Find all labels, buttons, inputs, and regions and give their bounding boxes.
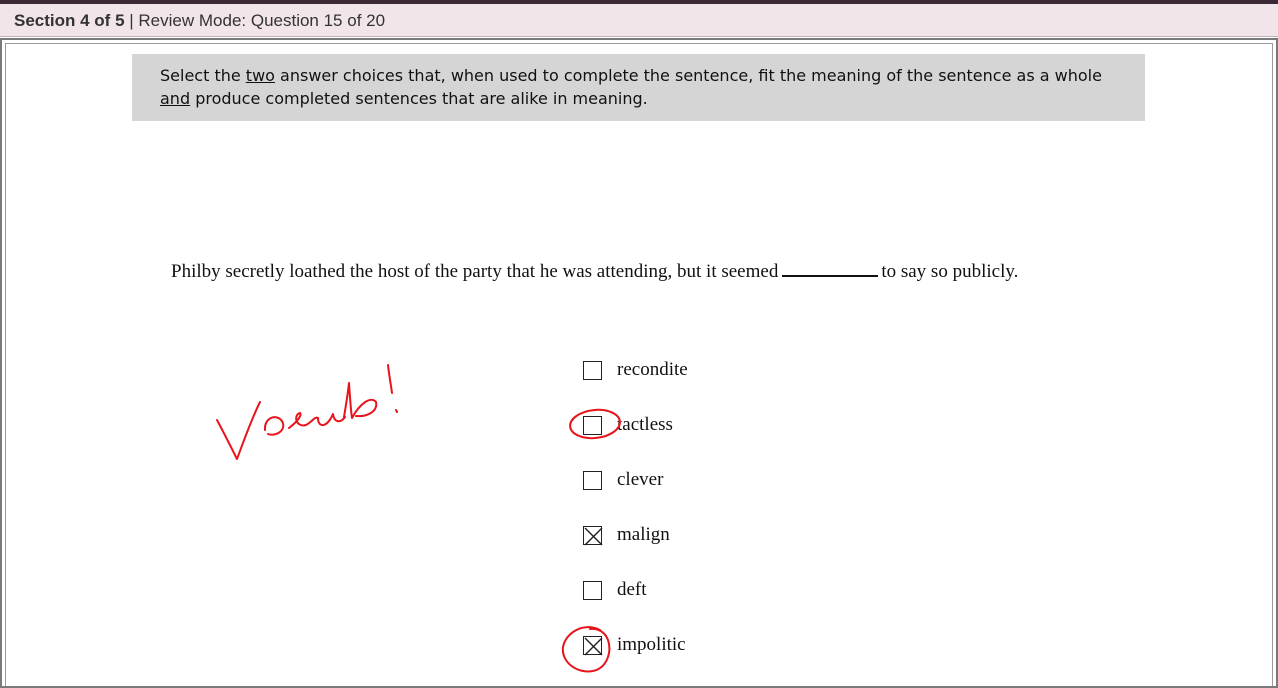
choice-recondite[interactable]: recondite [583, 358, 688, 382]
status-bar: Section 4 of 5 | Review Mode: Question 1… [0, 4, 1278, 37]
checkbox[interactable] [583, 415, 602, 435]
checkbox-checked[interactable] [583, 635, 603, 655]
choice-label: recondite [617, 359, 688, 380]
checkbox[interactable] [583, 580, 602, 600]
choice-tactless[interactable]: tactless [583, 413, 673, 437]
choice-label: impolitic [617, 634, 686, 655]
choice-impolitic[interactable]: impolitic [583, 633, 686, 657]
section-indicator: Section 4 of 5 [14, 11, 125, 30]
choice-label: deft [617, 579, 647, 600]
choice-label: tactless [617, 414, 673, 435]
question-text-before: Philby secretly loathed the host of the … [171, 261, 779, 282]
answer-blank [782, 257, 879, 277]
instructions-text-2: answer choices that, when used to comple… [274, 66, 1102, 85]
instructions-and: and [160, 89, 191, 108]
choice-malign[interactable]: malign [583, 523, 670, 547]
question-stem: Philby secretly loathed the host of the … [171, 257, 1071, 285]
checkbox[interactable] [583, 470, 602, 490]
choice-label: malign [617, 524, 670, 545]
status-separator: | [124, 11, 139, 30]
checkbox-checked[interactable] [583, 525, 603, 545]
choice-label: clever [617, 469, 664, 490]
instructions-two: two [245, 66, 275, 85]
review-mode-label: Review Mode: Question 15 of 20 [138, 11, 386, 30]
choice-deft[interactable]: deft [583, 578, 647, 602]
question-text-after: to say so publicly. [881, 261, 1019, 282]
check-x-icon [584, 637, 603, 655]
checkbox[interactable] [583, 360, 602, 380]
instructions-text-3: produce completed sentences that are ali… [190, 89, 648, 108]
check-x-icon [584, 527, 603, 545]
instructions-box: Select the two answer choices that, when… [132, 54, 1145, 121]
instructions-text-1: Select the [160, 66, 246, 85]
choice-clever[interactable]: clever [583, 468, 663, 492]
